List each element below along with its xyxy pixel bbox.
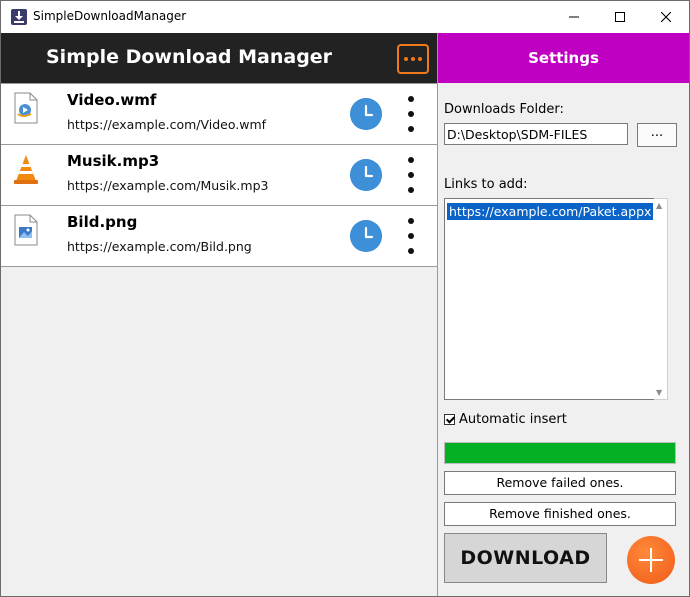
kebab-dot-icon — [408, 157, 414, 163]
more-dot-icon — [411, 57, 415, 61]
maximize-icon — [615, 12, 625, 22]
download-item[interactable]: Bild.png https://example.com/Bild.png — [1, 206, 437, 267]
image-file-icon — [14, 214, 38, 246]
more-dot-icon — [418, 57, 422, 61]
scroll-down-icon[interactable]: ▼ — [656, 388, 662, 397]
download-button[interactable]: DOWNLOAD — [444, 533, 607, 583]
media-file-icon — [14, 92, 38, 124]
settings-title: Settings — [438, 33, 689, 83]
links-textarea[interactable]: https://example.com/Paket.appx — [444, 198, 659, 400]
add-download-button[interactable] — [627, 536, 675, 584]
clock-icon[interactable] — [350, 98, 382, 130]
clock-icon[interactable] — [350, 159, 382, 191]
download-item[interactable]: Musik.mp3 https://example.com/Musik.mp3 — [1, 145, 437, 206]
links-scrollbar[interactable]: ▲ ▼ — [654, 198, 668, 400]
downloads-pane: Simple Download Manager Video.wmf https:… — [1, 33, 438, 596]
download-progress-bar — [444, 442, 676, 464]
close-icon — [661, 12, 671, 22]
kebab-dot-icon — [408, 187, 414, 193]
automatic-insert-label: Automatic insert — [459, 411, 567, 427]
app-download-icon — [11, 9, 27, 25]
scroll-up-icon[interactable]: ▲ — [656, 201, 662, 210]
app-header: Simple Download Manager — [1, 33, 437, 83]
progress-fill — [445, 443, 675, 463]
download-list: Video.wmf https://example.com/Video.wmf — [1, 83, 437, 267]
download-url: https://example.com/Musik.mp3 — [67, 178, 269, 193]
more-dot-icon — [404, 57, 408, 61]
kebab-dot-icon — [408, 172, 414, 178]
more-options-button[interactable] — [397, 44, 429, 74]
download-url: https://example.com/Bild.png — [67, 239, 252, 254]
download-item[interactable]: Video.wmf https://example.com/Video.wmf — [1, 83, 437, 145]
item-menu-button[interactable] — [402, 96, 420, 132]
title-bar: SimpleDownloadManager — [1, 1, 689, 33]
minimize-icon — [569, 16, 579, 18]
minimize-button[interactable] — [551, 1, 597, 33]
kebab-dot-icon — [408, 96, 414, 102]
downloads-folder-label: Downloads Folder: — [444, 102, 564, 117]
app-window: SimpleDownloadManager Simple Download Ma… — [0, 0, 690, 597]
automatic-insert-checkbox[interactable] — [444, 413, 455, 425]
maximize-button[interactable] — [597, 1, 643, 33]
app-header-title: Simple Download Manager — [46, 46, 333, 68]
link-text-selected: https://example.com/Paket.appx — [447, 203, 654, 220]
download-name: Bild.png — [67, 213, 138, 231]
download-name: Musik.mp3 — [67, 152, 160, 170]
kebab-dot-icon — [408, 218, 414, 224]
item-menu-button[interactable] — [402, 157, 420, 193]
download-url: https://example.com/Video.wmf — [67, 117, 267, 132]
kebab-dot-icon — [408, 111, 414, 117]
item-menu-button[interactable] — [402, 218, 420, 254]
download-name: Video.wmf — [67, 91, 157, 109]
remove-failed-button[interactable]: Remove failed ones. — [444, 471, 676, 495]
kebab-dot-icon — [408, 248, 414, 254]
remove-finished-button[interactable]: Remove finished ones. — [444, 502, 676, 526]
browse-folder-button[interactable]: ... — [637, 123, 677, 147]
automatic-insert-option[interactable]: Automatic insert — [444, 411, 567, 427]
kebab-dot-icon — [408, 233, 414, 239]
clock-icon[interactable] — [350, 220, 382, 252]
links-to-add-label: Links to add: — [444, 177, 528, 192]
settings-pane: Settings Downloads Folder: D:\Desktop\SD… — [438, 33, 689, 596]
vlc-cone-icon — [14, 155, 38, 184]
window-title: SimpleDownloadManager — [33, 9, 187, 23]
downloads-folder-input[interactable]: D:\Desktop\SDM-FILES — [444, 123, 628, 145]
close-button[interactable] — [643, 1, 689, 33]
kebab-dot-icon — [408, 126, 414, 132]
